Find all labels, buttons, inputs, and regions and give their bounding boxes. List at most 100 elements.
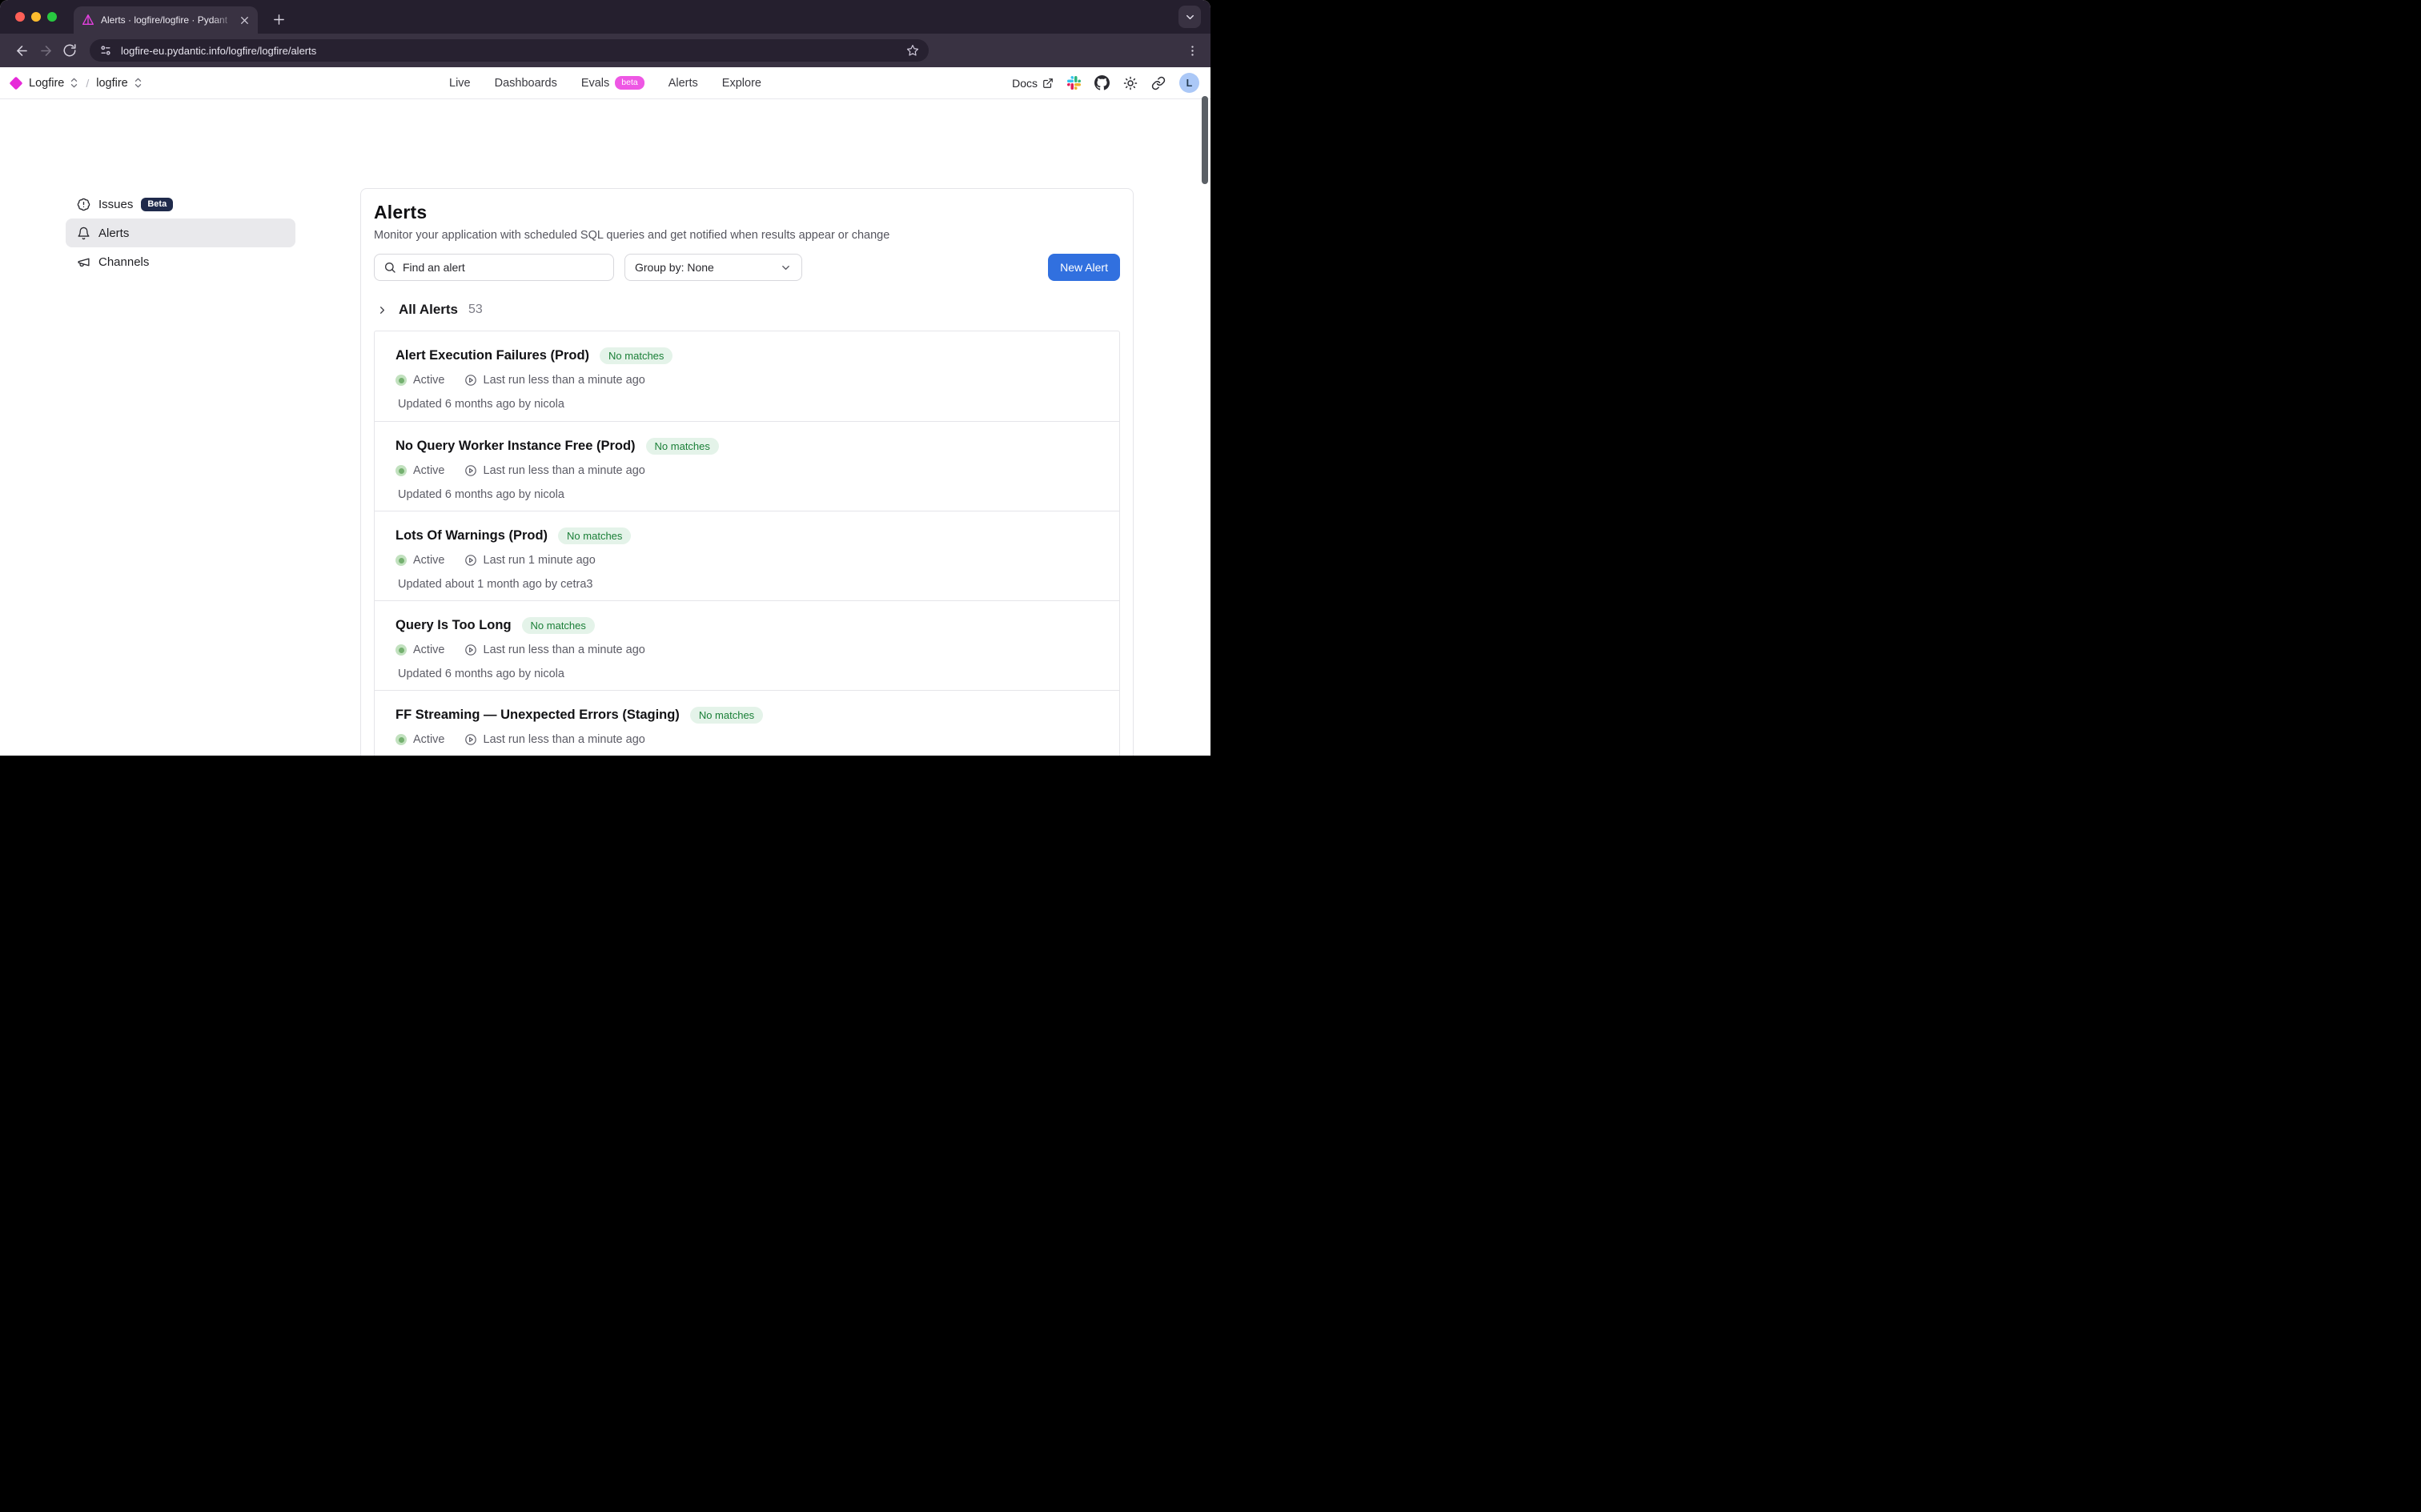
header-actions: Docs L (1012, 73, 1199, 93)
group-by-select[interactable]: Group by: None (624, 254, 802, 281)
alert-updated: Updated 6 months ago by nicola (395, 398, 1098, 411)
alert-updated: Updated 6 months ago by nicola (395, 668, 1098, 680)
browser-window: Alerts · logfire/logfire · Pydant logfir… (0, 0, 1210, 756)
close-window-button[interactable] (15, 12, 25, 22)
browser-toolbar: logfire-eu.pydantic.info/logfire/logfire… (0, 34, 1210, 67)
project-name[interactable]: logfire (96, 77, 128, 90)
alert-status: Active (413, 374, 445, 387)
active-status-dot-icon (395, 555, 407, 566)
minimize-window-button[interactable] (31, 12, 41, 22)
alert-status-row: Active Last run 1 minute ago (395, 554, 1098, 567)
new-tab-button[interactable] (269, 10, 288, 29)
main-nav: Live Dashboards Evalsbeta Alerts Explore (449, 76, 761, 90)
alert-card[interactable]: FF Streaming — Unexpected Errors (Stagin… (375, 690, 1119, 756)
app-header: Logfire / logfire Live Dashboards Evalsb… (0, 67, 1210, 99)
chevron-right-icon[interactable] (376, 304, 388, 316)
nav-explore[interactable]: Explore (722, 77, 761, 90)
external-link-icon (1042, 78, 1054, 89)
github-icon[interactable] (1094, 75, 1110, 90)
alert-card[interactable]: Lots Of Warnings (Prod) No matches Activ… (375, 511, 1119, 600)
fullscreen-window-button[interactable] (47, 12, 57, 22)
scrollbar-thumb[interactable] (1202, 96, 1208, 184)
alert-title: Query Is Too Long (395, 618, 512, 633)
logfire-logo-icon (10, 76, 23, 90)
alert-status: Active (413, 464, 445, 477)
docs-link[interactable]: Docs (1012, 77, 1054, 90)
new-alert-button[interactable]: New Alert (1048, 254, 1120, 281)
tab-list-dropdown-button[interactable] (1178, 6, 1201, 28)
alert-title: FF Streaming — Unexpected Errors (Stagin… (395, 708, 680, 723)
traffic-lights (15, 12, 57, 22)
play-circle-icon (464, 464, 477, 477)
sidebar-item-label: Channels (98, 255, 149, 269)
pydantic-favicon-icon (82, 14, 94, 26)
alert-card[interactable]: Alert Execution Failures (Prod) No match… (375, 331, 1119, 421)
search-icon (383, 261, 396, 274)
nav-alerts[interactable]: Alerts (668, 77, 698, 90)
sidebar-item-alerts[interactable]: Alerts (66, 219, 295, 247)
org-name[interactable]: Logfire (29, 77, 64, 90)
issues-beta-badge: Beta (141, 198, 173, 211)
nav-evals[interactable]: Evalsbeta (581, 76, 644, 90)
reload-button[interactable] (58, 38, 82, 62)
alert-status-row: Active Last run less than a minute ago (395, 374, 1098, 387)
breadcrumb: Logfire / logfire (11, 77, 143, 90)
alert-title: No Query Worker Instance Free (Prod) (395, 439, 636, 454)
alert-title: Lots Of Warnings (Prod) (395, 528, 548, 543)
alert-last-run: Last run less than a minute ago (484, 644, 645, 656)
all-alerts-group-header[interactable]: All Alerts 53 (374, 302, 1120, 318)
alert-updated: Updated about 1 month ago by cetra3 (395, 578, 1098, 591)
no-matches-badge: No matches (646, 438, 719, 455)
page-title: Alerts (374, 202, 1120, 223)
nav-live[interactable]: Live (449, 77, 471, 90)
back-button[interactable] (10, 38, 34, 62)
alerts-panel: Alerts Monitor your application with sch… (360, 188, 1134, 756)
org-selector-icon[interactable] (70, 77, 78, 89)
alert-last-run: Last run 1 minute ago (484, 554, 596, 567)
alert-status: Active (413, 554, 445, 567)
nav-dashboards[interactable]: Dashboards (495, 77, 557, 90)
alert-status-row: Active Last run less than a minute ago (395, 733, 1098, 746)
address-bar[interactable]: logfire-eu.pydantic.info/logfire/logfire… (90, 39, 929, 62)
browser-tab[interactable]: Alerts · logfire/logfire · Pydant (74, 6, 258, 34)
breadcrumb-separator: / (86, 77, 89, 90)
search-box[interactable] (374, 254, 614, 281)
project-selector-icon[interactable] (134, 77, 143, 89)
chevron-down-icon (780, 262, 792, 274)
tab-close-icon[interactable] (237, 13, 251, 27)
search-input[interactable] (403, 261, 604, 274)
group-title: All Alerts (399, 302, 458, 318)
share-link-icon[interactable] (1151, 76, 1166, 90)
site-settings-icon[interactable] (99, 44, 112, 57)
alerts-controls: Group by: None New Alert (374, 254, 1120, 281)
url-text[interactable]: logfire-eu.pydantic.info/logfire/logfire… (121, 45, 316, 57)
no-matches-badge: No matches (600, 347, 672, 364)
alert-last-run: Last run less than a minute ago (484, 733, 645, 746)
sidebar-item-issues[interactable]: Issues Beta (66, 190, 295, 219)
page-subtitle: Monitor your application with scheduled … (374, 229, 1120, 242)
active-status-dot-icon (395, 375, 407, 386)
browser-menu-icon[interactable] (1186, 44, 1199, 58)
alert-updated: Updated 6 months ago by nicola (395, 488, 1098, 501)
sidebar-item-label: Issues (98, 198, 133, 211)
active-status-dot-icon (395, 734, 407, 745)
bell-icon (77, 227, 90, 240)
alert-status-row: Active Last run less than a minute ago (395, 464, 1098, 477)
play-circle-icon (464, 733, 477, 746)
alert-list: Alert Execution Failures (Prod) No match… (374, 331, 1120, 756)
forward-button[interactable] (34, 38, 58, 62)
page-content: Logfire / logfire Live Dashboards Evalsb… (0, 67, 1210, 756)
theme-sun-icon[interactable] (1123, 76, 1138, 90)
user-avatar[interactable]: L (1179, 73, 1199, 93)
alert-card[interactable]: Query Is Too Long No matches Active Last… (375, 600, 1119, 690)
active-status-dot-icon (395, 465, 407, 476)
group-count: 53 (468, 303, 483, 317)
sidebar-item-channels[interactable]: Channels (66, 247, 295, 276)
alert-status: Active (413, 733, 445, 746)
alert-card[interactable]: No Query Worker Instance Free (Prod) No … (375, 421, 1119, 511)
slack-icon[interactable] (1067, 76, 1081, 90)
bookmark-star-icon[interactable] (906, 44, 919, 57)
no-matches-badge: No matches (558, 527, 631, 544)
sidebar: Issues Beta Alerts Channels (66, 190, 295, 276)
no-matches-badge: No matches (690, 707, 763, 724)
